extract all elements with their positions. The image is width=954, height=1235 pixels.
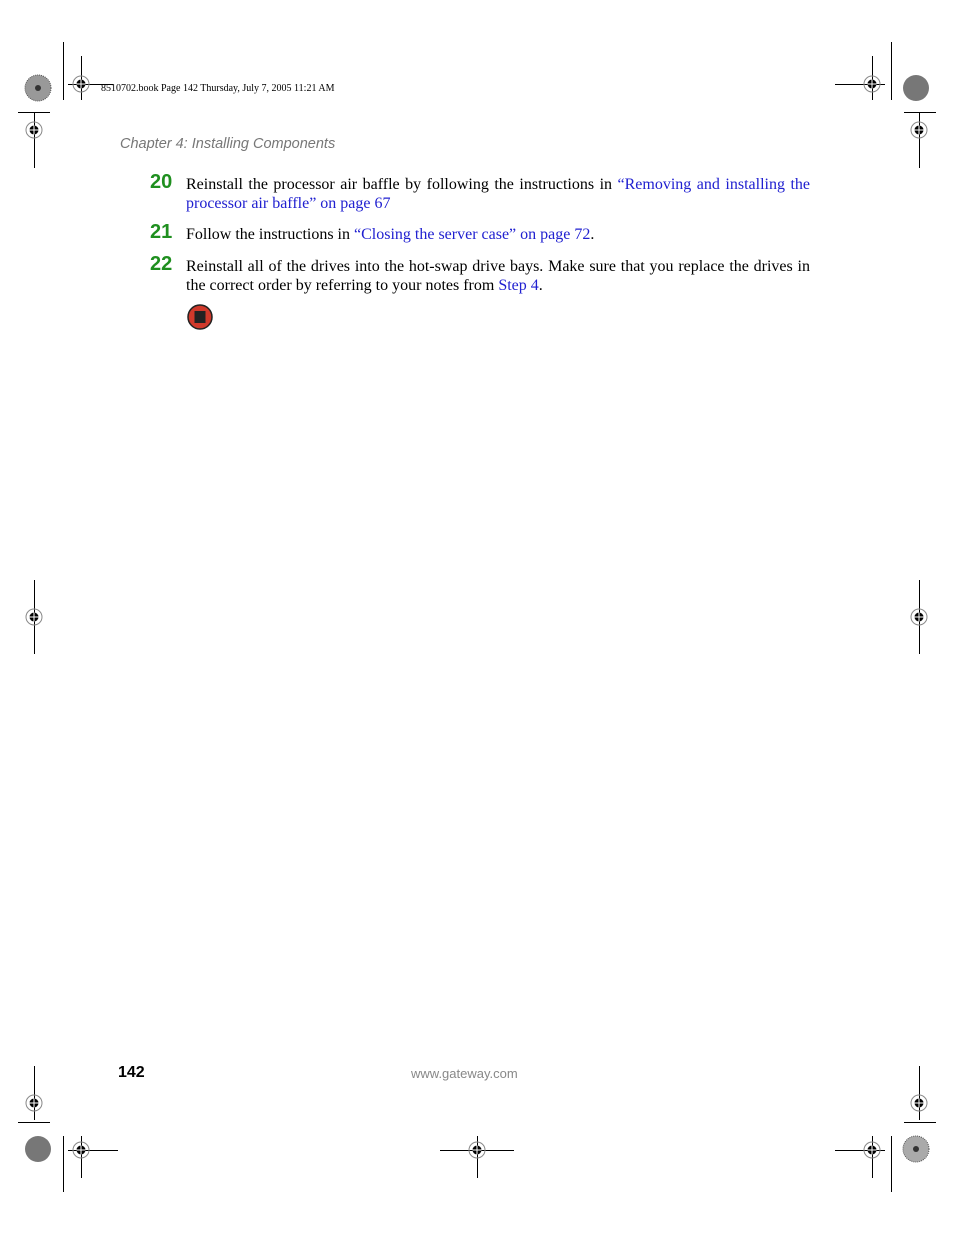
registration-target-icon [910,608,928,626]
registration-target-icon [468,1141,486,1159]
step-number: 22 [150,253,173,275]
gray-disc-icon [903,75,929,101]
registration-target-icon [25,608,43,626]
step-number: 20 [150,171,173,193]
step-21: 21 Follow the instructions in “Closing t… [150,221,810,244]
registration-target-icon [910,1094,928,1112]
chapter-header: Chapter 4: Installing Components [120,136,336,152]
gray-disc-icon [25,1136,51,1162]
link-closing-server-case[interactable]: “Closing the server case” on page 72 [354,226,590,243]
registration-target-icon [25,121,43,139]
registration-target-icon [910,121,928,139]
step-text: Reinstall all of the drives into the hot… [186,258,810,294]
stop-icon [187,304,213,330]
link-step-4[interactable]: Step 4 [498,277,538,294]
registration-target-icon [72,75,90,93]
step-22: 22 Reinstall all of the drives into the … [150,253,810,295]
page-number: 142 [118,1064,145,1081]
registration-target-icon [25,1094,43,1112]
registration-target-icon [863,1141,881,1159]
print-slug: 8510702.book Page 142 Thursday, July 7, … [101,83,335,94]
step-text: Reinstall the processor air baffle by fo… [186,176,811,212]
step-number: 21 [150,221,173,243]
step-20: 20 Reinstall the processor air baffle by… [150,171,811,213]
step-text: Follow the instructions in “Closing the … [186,226,595,243]
registration-target-icon [72,1141,90,1159]
footer-url: www.gateway.com [411,1066,518,1081]
registration-target-icon [863,75,881,93]
